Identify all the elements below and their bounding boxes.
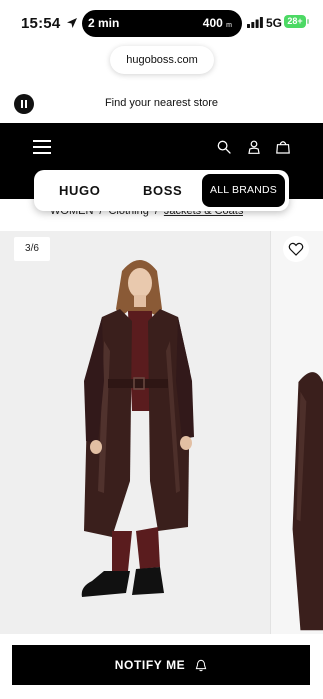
image-counter: 3/6 [14, 237, 50, 261]
activity-duration: 2 min [88, 16, 120, 30]
activity-distance: 400 m [202, 16, 232, 30]
dynamic-island-activity[interactable]: 2 min 400 m [82, 10, 242, 37]
brand-tab-boss[interactable]: BOSS [143, 170, 182, 211]
bag-icon[interactable] [276, 140, 290, 154]
heart-icon [288, 242, 304, 256]
wishlist-button[interactable] [283, 236, 309, 262]
account-icon[interactable] [247, 140, 261, 154]
notify-me-button[interactable]: NOTIFY ME [12, 645, 310, 685]
battery-icon: 28+ [284, 15, 306, 28]
next-product-image[interactable] [270, 231, 323, 634]
search-icon[interactable] [217, 140, 231, 154]
signal-icon [247, 17, 263, 28]
brand-tab-all-brands[interactable]: ALL BRANDS [202, 174, 285, 207]
status-bar: 15:54 2 min 400 m 5G 28+ [0, 0, 323, 46]
address-bar[interactable]: hugoboss.com [110, 46, 214, 74]
product-image[interactable] [0, 231, 270, 634]
brand-switcher: HUGO BOSS ALL BRANDS [34, 170, 289, 211]
battery-cap [307, 19, 309, 24]
network-type: 5G [266, 16, 283, 30]
menu-icon[interactable] [33, 139, 51, 155]
store-banner: Find your nearest store [0, 84, 323, 123]
product-gallery[interactable]: 3/6 [0, 231, 323, 634]
notify-me-label: NOTIFY ME [114, 658, 186, 672]
status-time: 15:54 [21, 15, 61, 32]
brand-tab-hugo[interactable]: HUGO [59, 170, 100, 211]
bell-icon [195, 660, 207, 672]
location-arrow-icon [67, 18, 77, 28]
find-store-link[interactable]: Find your nearest store [0, 97, 323, 109]
